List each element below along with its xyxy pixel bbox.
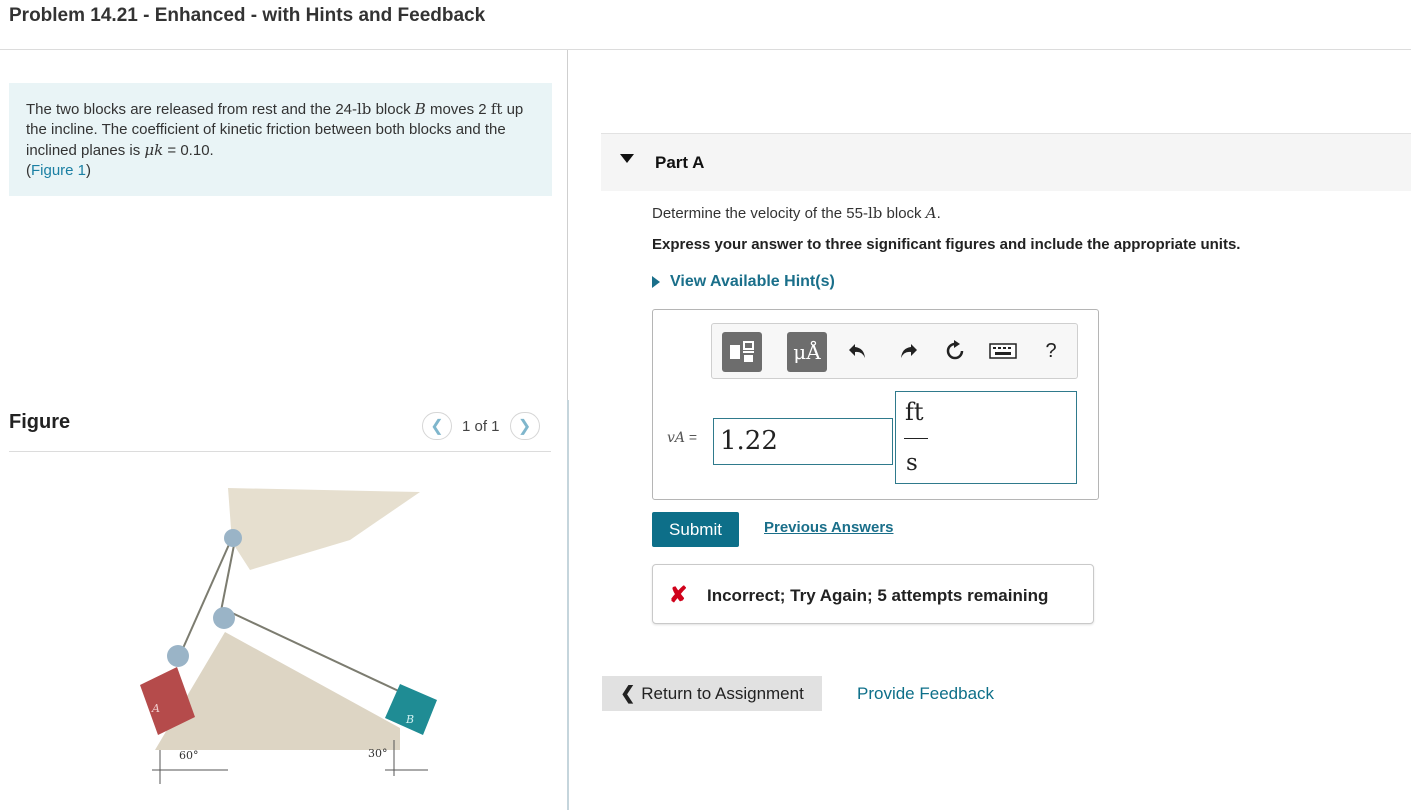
- part-title: Part A: [655, 153, 705, 172]
- value-input[interactable]: 1.22: [713, 418, 893, 465]
- redo-icon[interactable]: [895, 338, 921, 364]
- equals-sign: =: [688, 429, 698, 445]
- rope-mid: [219, 539, 236, 617]
- problem-mu-symbol: μk: [144, 141, 164, 159]
- answer-box: μÅ ? vA = 1.22 ft s: [652, 309, 1099, 500]
- variable-label: vA =: [667, 429, 697, 446]
- fraction-bar: [904, 438, 928, 439]
- figure-link[interactable]: Figure 1: [31, 162, 86, 179]
- figure-divider: [9, 451, 551, 452]
- question-part: .: [936, 205, 941, 222]
- hints-label: View Available Hint(s): [670, 273, 835, 290]
- question-text: Determine the velocity of the 55-lb bloc…: [652, 204, 941, 222]
- incorrect-icon: ✘: [669, 582, 688, 607]
- problem-statement: The two blocks are released from rest an…: [9, 83, 552, 196]
- problem-unit-ft: ft: [490, 100, 503, 118]
- math-toolbar: μÅ ?: [711, 323, 1078, 379]
- problem-text: block: [371, 101, 415, 118]
- question-part: block: [882, 205, 926, 222]
- submit-button[interactable]: Submit: [652, 512, 739, 547]
- pulley-apex: [213, 607, 235, 629]
- part-a-header[interactable]: Part A: [601, 133, 1411, 191]
- provide-feedback-link[interactable]: Provide Feedback: [857, 684, 994, 704]
- figure-link-paren: ): [86, 162, 92, 179]
- units-input[interactable]: ft s: [895, 391, 1077, 484]
- figure-heading: Figure: [9, 411, 71, 433]
- problem-text: = 0.10.: [163, 142, 214, 159]
- unit-denominator: s: [906, 450, 918, 476]
- pulley-top: [224, 529, 242, 547]
- question-block: A: [925, 204, 937, 222]
- feedback-box: ✘ Incorrect; Try Again; 5 attempts remai…: [652, 564, 1094, 624]
- view-hints-link[interactable]: View Available Hint(s): [652, 273, 835, 291]
- problem-block-b: B: [414, 100, 426, 118]
- angle-left-label: 60°: [179, 749, 199, 762]
- return-label: Return to Assignment: [641, 683, 804, 703]
- feedback-message: Incorrect; Try Again; 5 attempts remaini…: [707, 586, 1049, 605]
- undo-icon[interactable]: [845, 338, 871, 364]
- chevron-left-icon: ❮: [620, 683, 636, 703]
- panel-divider-accent: [567, 400, 569, 810]
- reset-icon[interactable]: [942, 338, 968, 364]
- question-part: Determine the velocity of the 55-: [652, 205, 868, 222]
- problem-unit-lb: lb: [357, 100, 372, 118]
- unit-numerator: ft: [905, 398, 924, 426]
- previous-answers-link[interactable]: Previous Answers: [764, 519, 894, 536]
- problem-text: moves 2: [425, 101, 491, 118]
- page-title: Problem 14.21 - Enhanced - with Hints an…: [9, 5, 486, 26]
- chevron-left-icon[interactable]: ❮: [422, 412, 452, 440]
- help-label: ?: [1045, 339, 1057, 362]
- block-a-label: A: [151, 702, 160, 715]
- figure-page-count: 1 of 1: [462, 417, 500, 435]
- chevron-right-icon[interactable]: ❯: [509, 412, 540, 440]
- ceiling-support: [228, 488, 420, 570]
- incline-block: [155, 632, 400, 750]
- units-label: μÅ: [793, 340, 821, 364]
- templates-icon[interactable]: [722, 332, 762, 372]
- keyboard-icon[interactable]: [988, 338, 1018, 364]
- figure-pager: ❮ 1 of 1 ❯: [422, 412, 540, 440]
- templates-icon-glyph: [730, 341, 754, 362]
- help-button[interactable]: ?: [1038, 338, 1064, 364]
- question-unit: lb: [867, 204, 883, 222]
- header: Problem 14.21 - Enhanced - with Hints an…: [0, 0, 1411, 50]
- pulley-left: [167, 645, 189, 667]
- variable-symbol: vA: [667, 430, 686, 446]
- figure-image: A B 60° 30°: [140, 488, 437, 784]
- return-to-assignment-button[interactable]: ❮ Return to Assignment: [602, 676, 822, 711]
- angle-right-label: 30°: [368, 747, 388, 760]
- block-b-label: B: [405, 713, 414, 726]
- instructions: Express your answer to three significant…: [652, 236, 1241, 253]
- caret-right-icon: [652, 276, 660, 288]
- problem-text: The two blocks are released from rest an…: [26, 101, 357, 118]
- caret-down-icon[interactable]: [620, 154, 634, 163]
- units-button[interactable]: μÅ: [787, 332, 827, 372]
